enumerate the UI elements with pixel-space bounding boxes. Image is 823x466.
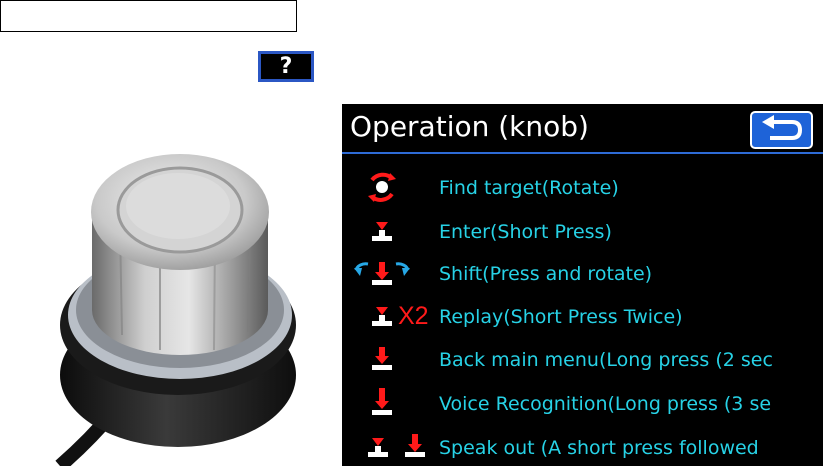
list-item-speak-out: Speak out (A short press followed [342, 430, 823, 466]
list-item-enter: Enter(Short Press) [342, 214, 823, 254]
title-divider [342, 152, 823, 154]
double-press-badge: X2 [398, 302, 429, 330]
list-item-shift: Shift(Press and rotate) [342, 256, 823, 296]
long-press-icon [372, 347, 392, 370]
text-input-box[interactable] [0, 0, 297, 32]
knob-image [55, 154, 296, 466]
operation-panel: Operation (knob) Find target(Rotate) Ent… [342, 104, 823, 466]
very-long-press-icon [372, 388, 392, 415]
back-arrow-icon [762, 115, 803, 140]
short-then-long-press-icon [368, 434, 425, 457]
list-item-label: Shift(Press and rotate) [439, 263, 653, 285]
panel-title: Operation (knob) [350, 110, 589, 143]
list-item-label: Speak out (A short press followed [439, 437, 759, 459]
list-item-label: Voice Recognition(Long press (3 se [439, 393, 772, 415]
rotate-icon [368, 172, 396, 202]
help-label: ? [279, 54, 293, 79]
list-item-label: Find target(Rotate) [439, 177, 619, 199]
list-item-replay: X2 Replay(Short Press Twice) [342, 299, 823, 339]
list-item-find-target: Find target(Rotate) [342, 170, 823, 210]
list-item-label: Replay(Short Press Twice) [439, 306, 683, 328]
back-button[interactable] [750, 111, 813, 149]
list-item-label: Enter(Short Press) [439, 221, 612, 243]
list-item-label: Back main menu(Long press (2 sec [439, 349, 773, 371]
help-button[interactable]: ? [258, 51, 314, 82]
press-rotate-icon [354, 262, 410, 285]
list-item-back-main-menu: Back main menu(Long press (2 sec [342, 342, 823, 382]
short-press-icon [372, 222, 392, 241]
list-item-voice-recognition: Voice Recognition(Long press (3 se [342, 386, 823, 426]
